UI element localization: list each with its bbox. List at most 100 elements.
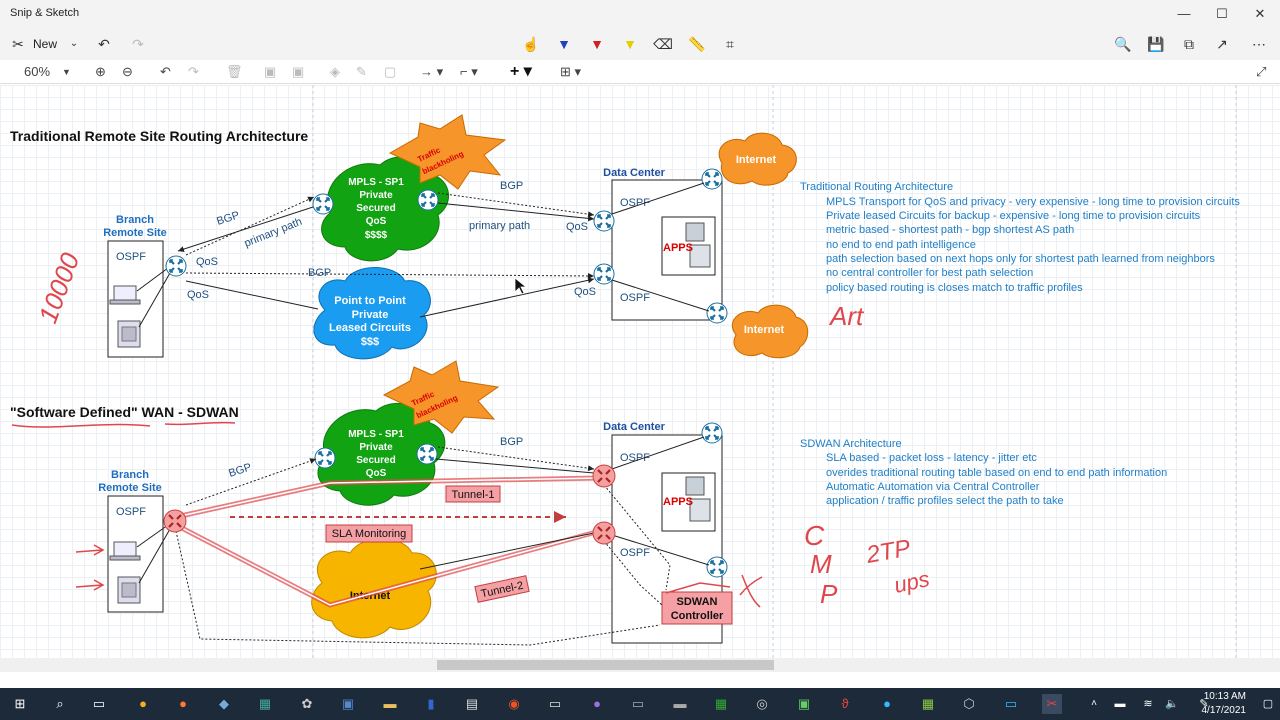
app-icon[interactable]: ◎ [752, 694, 772, 714]
share-icon[interactable]: ↗ [1212, 34, 1232, 54]
windows-start-icon[interactable]: ⊞ [10, 694, 30, 714]
waypoints-icon[interactable]: ⌐ ▾ [460, 63, 478, 81]
primary-path-left-label: primary path [243, 216, 304, 250]
maximize-button[interactable]: ☐ [1204, 4, 1240, 24]
firefox-icon[interactable]: ● [173, 694, 193, 714]
app-icon[interactable]: ▤ [462, 694, 482, 714]
notes1-item: no central controller for best path sele… [826, 267, 1033, 279]
zoom-dropdown-icon[interactable]: ▼ [62, 63, 71, 81]
app-icon[interactable]: ▦ [918, 694, 938, 714]
line-color-icon[interactable]: ✎ [356, 63, 367, 81]
mpls-text-1: MPLS - SP1 [348, 177, 404, 188]
zoom-in-icon[interactable]: ⊕ [95, 63, 106, 81]
diagram-canvas[interactable]: Traditional Remote Site Routing Architec… [0, 85, 1280, 658]
highlighter-icon[interactable]: ▼ [620, 34, 640, 54]
mpls2-router-right[interactable] [415, 442, 439, 466]
chrome-icon[interactable]: ● [133, 694, 153, 714]
remote-desktop-icon[interactable]: ▣ [338, 694, 358, 714]
shadow-icon[interactable]: ▢ [384, 63, 396, 81]
app-icon[interactable]: ▮ [421, 694, 441, 714]
task-view-icon[interactable]: ▭ [89, 694, 109, 714]
ruler-icon[interactable]: 📏 [687, 34, 707, 54]
ubuntu-icon[interactable]: ◉ [504, 694, 524, 714]
dc-internet-router-top[interactable] [700, 167, 724, 191]
dc-router-bottom[interactable] [592, 262, 616, 286]
title-underline-stroke [11, 421, 236, 428]
fill-color-icon[interactable]: ◈ [330, 63, 340, 81]
ballpoint-pen-icon[interactable]: ▼ [554, 34, 574, 54]
insert-icon[interactable]: + ▾ [510, 63, 532, 81]
crop-icon[interactable]: ⌗ [720, 34, 740, 54]
connection-icon[interactable]: → ▾ [420, 63, 443, 81]
internet-top-label: Internet [736, 154, 777, 166]
zoom-out-icon[interactable]: ⊖ [122, 63, 133, 81]
app-icon[interactable]: ▬ [670, 694, 690, 714]
app-icon[interactable]: ✿ [297, 694, 317, 714]
copy-icon[interactable]: ⧉ [1179, 34, 1199, 54]
diagram2-title: "Software Defined" WAN - SDWAN [10, 404, 239, 420]
notes1-title: Traditional Routing Architecture [800, 181, 953, 193]
notes2-title: SDWAN Architecture [800, 438, 902, 450]
qos-dc-top: QoS [566, 221, 588, 233]
dc2-router-bottom[interactable] [591, 520, 617, 546]
pencil-icon[interactable]: ▼ [587, 34, 607, 54]
close-button[interactable]: ✕ [1242, 4, 1278, 24]
minimize-button[interactable]: — [1166, 4, 1202, 24]
notifications-icon[interactable]: ▢ [1258, 694, 1278, 714]
dc2-router-top[interactable] [591, 463, 617, 489]
branch-router[interactable] [164, 254, 188, 278]
zoom-icon[interactable]: 🔍 [1113, 34, 1133, 54]
wifi-icon[interactable]: ≋ [1138, 694, 1158, 714]
app-icon[interactable]: ϑ [835, 694, 855, 714]
edge-icon[interactable]: ● [877, 694, 897, 714]
delete-icon[interactable]: 🗑 [226, 63, 243, 81]
notes2-item: application / traffic profiles select th… [826, 495, 1064, 507]
chevron-down-icon[interactable]: ⌄ [64, 34, 84, 54]
search-icon[interactable]: ⌕ [50, 694, 70, 714]
touch-writing-icon[interactable]: ☝ [521, 34, 541, 54]
mpls2-router-left[interactable] [313, 446, 337, 470]
handwriting-2tp: 2TP [863, 535, 912, 569]
dc-internet-router-bottom[interactable] [705, 301, 729, 325]
dc2-internet-router-bottom[interactable] [705, 555, 729, 579]
app-icon[interactable]: ▭ [1001, 694, 1021, 714]
dc2-internet-router-top[interactable] [700, 421, 724, 445]
tunnel1-label: Tunnel-1 [451, 489, 494, 501]
eraser-icon[interactable]: ⌫ [653, 34, 673, 54]
new-button[interactable]: New [33, 34, 57, 54]
branch2-router[interactable] [162, 508, 188, 534]
to-back-icon[interactable]: ▣ [292, 63, 304, 81]
more-options-icon[interactable]: ⋯ [1249, 34, 1269, 54]
app-icon[interactable]: ◆ [214, 694, 234, 714]
zoom-level[interactable]: 60% [24, 63, 50, 81]
dc-router-top[interactable] [592, 209, 616, 233]
diagram-undo-icon[interactable]: ↶ [160, 63, 171, 81]
excel-icon[interactable]: ▦ [711, 694, 731, 714]
mpls-router-left[interactable] [311, 192, 335, 216]
table-icon[interactable]: ⊞ ▾ [560, 63, 581, 81]
clock[interactable]: 10:13 AM 4/17/2021 [1202, 690, 1247, 718]
app-icon[interactable]: ▣ [794, 694, 814, 714]
terminal-icon[interactable]: ▭ [545, 694, 565, 714]
snip-sketch-taskbar-icon[interactable]: ✂ [1042, 694, 1062, 714]
volume-icon[interactable]: 🔈 [1162, 694, 1182, 714]
undo-icon[interactable]: ↶ [94, 34, 114, 54]
scrollbar-thumb[interactable] [437, 660, 774, 670]
tray-overflow-icon[interactable]: ˄ [1084, 694, 1104, 714]
battery-icon[interactable]: ▬ [1110, 694, 1130, 714]
file-explorer-icon[interactable]: ▬ [380, 694, 400, 714]
internet-cloud-2[interactable] [311, 538, 437, 639]
calculator-icon[interactable]: ▦ [255, 694, 275, 714]
diagram-redo-icon[interactable]: ↷ [188, 63, 199, 81]
horizontal-scrollbar[interactable] [0, 658, 1280, 672]
new-snip-icon[interactable]: ✂ [8, 34, 28, 54]
app-icon[interactable]: ⬡ [959, 694, 979, 714]
fullscreen-icon[interactable]: ⤢ [1256, 63, 1266, 81]
save-icon[interactable]: 💾 [1146, 34, 1166, 54]
mpls-router-right[interactable] [416, 188, 440, 212]
app-icon[interactable]: ▭ [628, 694, 648, 714]
handwriting-p: P [820, 579, 838, 609]
to-front-icon[interactable]: ▣ [264, 63, 276, 81]
app-icon[interactable]: ● [587, 694, 607, 714]
redo-icon[interactable]: ↷ [128, 34, 148, 54]
